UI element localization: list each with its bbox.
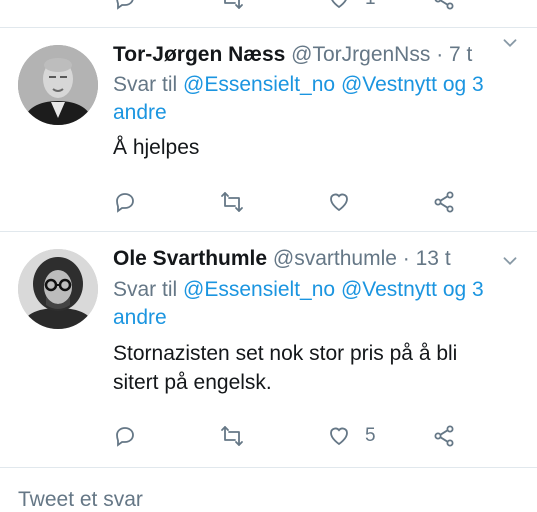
share-button[interactable]	[432, 423, 456, 449]
others-link[interactable]: andre	[113, 101, 167, 124]
tweet[interactable]: Tor-Jørgen Næss @TorJrgenNss · 7 t Svar …	[0, 28, 537, 231]
user-handle[interactable]: @svarthumle	[273, 247, 397, 270]
reply-context: Svar til @Essensielt_no @Vestnytt og 3 a…	[113, 276, 513, 332]
separator: ·	[402, 247, 410, 270]
reply-icon	[116, 193, 134, 213]
like-button[interactable]	[327, 189, 365, 215]
display-name[interactable]: Ole Svarthumle	[113, 247, 267, 270]
avatar[interactable]	[18, 45, 98, 125]
like-count: 1	[365, 0, 376, 10]
separator: ·	[436, 43, 444, 66]
share-button[interactable]	[432, 189, 456, 215]
like-button[interactable]: 1	[327, 0, 376, 12]
avatar-photo	[18, 45, 98, 125]
compose-reply-input[interactable]: Tweet et svar	[18, 488, 143, 512]
reply-button[interactable]	[113, 423, 137, 449]
retweet-button[interactable]	[220, 0, 244, 12]
tweet-header: Tor-Jørgen Næss @TorJrgenNss · 7 t	[113, 41, 537, 69]
mention-link[interactable]: @Essensielt_no	[183, 278, 335, 301]
mention-link[interactable]: @Vestnytt	[341, 73, 437, 96]
chevron-down-icon	[503, 257, 517, 266]
tweet-text-line: Å hjelpes	[113, 136, 200, 159]
tweet-header: Ole Svarthumle @svarthumle · 13 t	[113, 245, 537, 273]
retweet-icon	[221, 426, 243, 446]
tweet-actions: 5	[113, 423, 513, 449]
like-icon	[331, 0, 347, 9]
mention-link[interactable]: @Vestnytt	[341, 278, 437, 301]
reply-prefix: Svar til	[113, 73, 178, 96]
avatar[interactable]	[18, 249, 98, 329]
timestamp[interactable]: 13 t	[416, 247, 451, 270]
like-icon	[330, 427, 348, 446]
user-handle[interactable]: @TorJrgenNss	[291, 43, 430, 66]
like-button[interactable]: 5	[327, 423, 376, 449]
avatar-photo	[18, 249, 98, 329]
retweet-icon	[224, 0, 243, 9]
tweet-text-line: Stornazisten set nok stor pris på å bli	[113, 342, 458, 365]
tweet-divider	[0, 467, 537, 468]
like-icon	[330, 193, 348, 212]
retweet-button[interactable]	[220, 423, 244, 449]
others-link[interactable]: og 3	[443, 73, 484, 96]
retweet-icon	[221, 192, 243, 212]
display-name[interactable]: Tor-Jørgen Næss	[113, 43, 285, 66]
others-link[interactable]: andre	[113, 306, 167, 329]
reply-button[interactable]	[113, 0, 137, 12]
reply-prefix: Svar til	[113, 278, 178, 301]
others-link[interactable]: og 3	[443, 278, 484, 301]
share-icon	[434, 425, 454, 447]
timestamp[interactable]: 7 t	[449, 43, 472, 66]
reply-icon	[116, 0, 134, 10]
tweet-menu-button[interactable]	[499, 250, 521, 272]
reply-icon	[116, 427, 134, 447]
retweet-button[interactable]	[220, 189, 244, 215]
tweet-menu-button[interactable]	[499, 32, 521, 54]
share-icon	[434, 0, 454, 10]
share-button[interactable]	[432, 0, 456, 12]
reply-button[interactable]	[113, 189, 137, 215]
like-count: 5	[365, 425, 376, 446]
tweet-text: Stornazisten set nok stor pris på å bli …	[113, 339, 513, 397]
chevron-down-icon	[503, 39, 517, 48]
reply-context: Svar til @Essensielt_no @Vestnytt og 3 a…	[113, 71, 513, 127]
tweet-text-line: sitert på engelsk.	[113, 371, 272, 394]
share-icon	[434, 191, 454, 213]
mention-link[interactable]: @Essensielt_no	[183, 73, 335, 96]
previous-tweet-actions: 1	[0, 0, 537, 10]
tweet-text: Å hjelpes	[113, 133, 513, 162]
tweet[interactable]: Ole Svarthumle @svarthumle · 13 t Svar t…	[0, 232, 537, 467]
tweet-actions	[113, 189, 513, 215]
